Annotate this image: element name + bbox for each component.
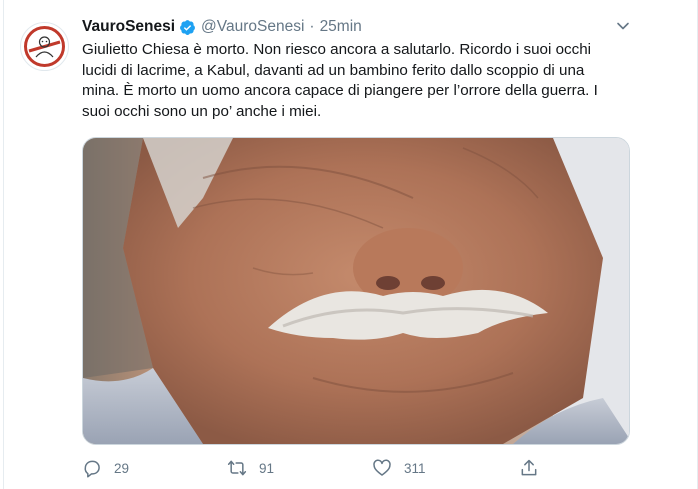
retweet-count: 91 bbox=[259, 460, 275, 476]
tweet-photo[interactable] bbox=[82, 137, 630, 445]
reply-count: 29 bbox=[114, 460, 130, 476]
share-icon bbox=[519, 458, 539, 478]
separator-dot: · bbox=[309, 18, 315, 35]
avatar-image bbox=[24, 26, 65, 67]
chevron-down-icon[interactable] bbox=[614, 17, 632, 35]
tweet-text: Giulietto Chiesa è morto. Non riesco anc… bbox=[82, 40, 642, 122]
retweet-button[interactable]: 91 bbox=[227, 455, 274, 481]
handle[interactable]: @VauroSenesi bbox=[201, 18, 304, 36]
display-name[interactable]: VauroSenesi bbox=[82, 18, 175, 36]
photo-image bbox=[83, 138, 629, 444]
tweet-header: VauroSenesi @VauroSenesi · 25min bbox=[82, 15, 362, 39]
heart-icon bbox=[372, 458, 392, 478]
reply-button[interactable]: 29 bbox=[82, 455, 129, 481]
tweet-text-line: Giulietto Chiesa è morto. Non riesco anc… bbox=[82, 41, 592, 58]
tweet-actions: 29 91 311 bbox=[82, 455, 552, 481]
like-button[interactable]: 311 bbox=[372, 455, 426, 481]
timestamp[interactable]: 25min bbox=[320, 18, 362, 36]
share-button[interactable] bbox=[519, 455, 539, 481]
timeline-divider bbox=[3, 0, 4, 489]
verified-badge-icon bbox=[179, 19, 196, 36]
tweet-card[interactable]: VauroSenesi @VauroSenesi · 25min Giuliet… bbox=[0, 0, 698, 489]
avatar[interactable] bbox=[20, 22, 69, 71]
tweet-text-line: suoi occhi sono un po’ anche i miei. bbox=[82, 102, 322, 120]
like-count: 311 bbox=[404, 460, 426, 476]
tweet-text-line: mina. È morto un uomo ancora capace di p… bbox=[82, 82, 598, 99]
reply-icon bbox=[82, 458, 102, 478]
retweet-icon bbox=[227, 458, 247, 478]
tweet-text-line: lucidi di lacrime, a Kabul, davanti ad u… bbox=[82, 61, 585, 79]
